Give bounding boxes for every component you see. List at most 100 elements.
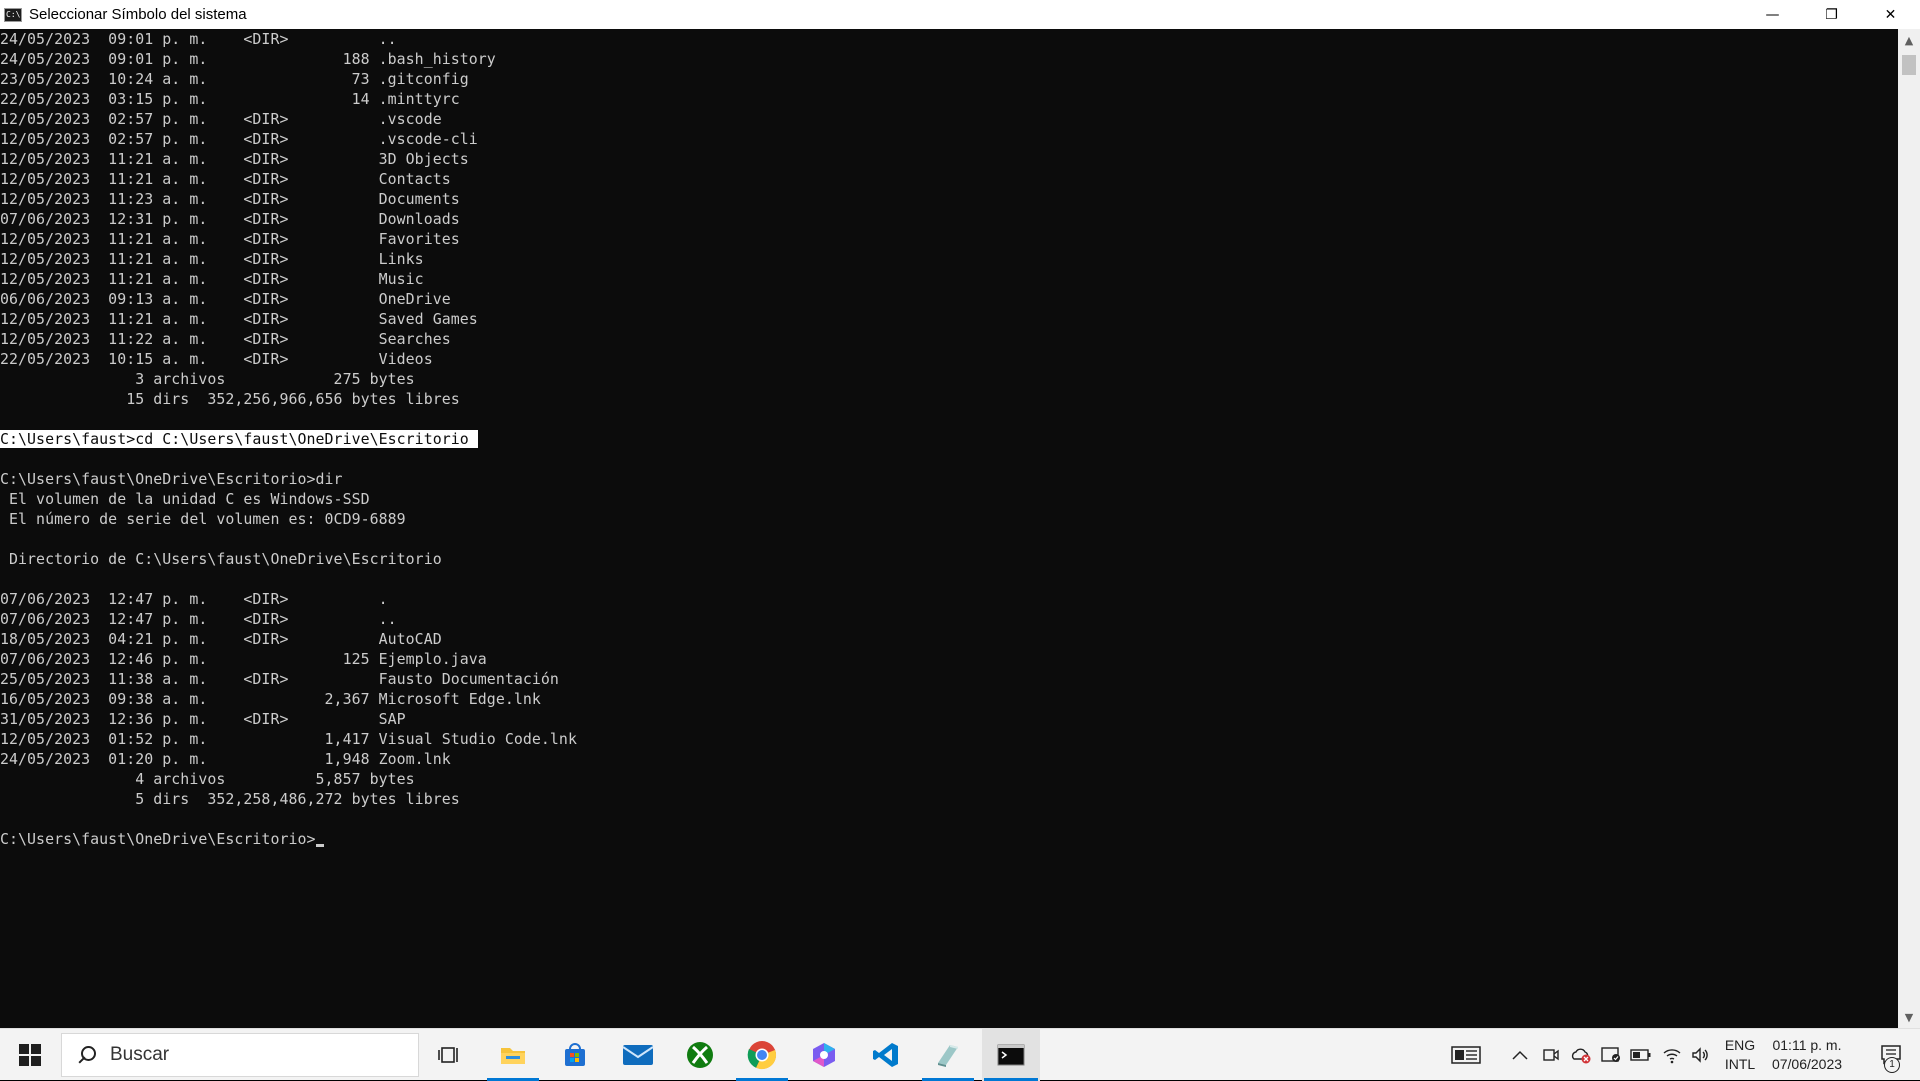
console-line: El número de serie del volumen es: 0CD9-… — [0, 510, 406, 528]
console-line: 07/06/2023 12:47 p. m. <DIR> . — [0, 590, 388, 608]
clock-time: 01:11 p. m. — [1772, 1037, 1842, 1053]
search-placeholder: Buscar — [110, 1044, 170, 1065]
console-line: 07/06/2023 12:31 p. m. <DIR> Downloads — [0, 210, 460, 228]
vscode-button[interactable] — [858, 1029, 914, 1081]
close-button[interactable]: ✕ — [1861, 0, 1920, 29]
file-explorer-button[interactable] — [485, 1029, 541, 1081]
terminal-icon — [997, 1044, 1025, 1066]
tray-volume-icon[interactable] — [1688, 1029, 1714, 1081]
database-tool-button[interactable] — [920, 1029, 976, 1081]
battery-icon — [1630, 1049, 1651, 1061]
cmd-icon: C:\ — [4, 7, 22, 22]
command-prompt-button[interactable] — [982, 1029, 1040, 1081]
tray-battery-icon[interactable] — [1628, 1029, 1654, 1081]
vscode-icon — [873, 1043, 898, 1067]
task-view-button[interactable] — [422, 1029, 478, 1081]
taskbar: Buscar ENG INTL 01:11 p. m. 07/06/2023 1 — [0, 1028, 1920, 1081]
window-title: Seleccionar Símbolo del sistema — [29, 6, 247, 23]
notification-center-button[interactable] — [1864, 1029, 1920, 1081]
console-line: 12/05/2023 11:21 a. m. <DIR> 3D Objects — [0, 150, 469, 168]
console-line: 4 archivos 5,857 bytes — [0, 770, 415, 788]
minimize-button[interactable]: — — [1743, 0, 1802, 29]
console-line: 12/05/2023 11:21 a. m. <DIR> Music — [0, 270, 424, 288]
console-line: 24/05/2023 09:01 p. m. <DIR> .. — [0, 30, 397, 48]
database-icon — [938, 1045, 958, 1067]
chevron-up-icon — [1512, 1050, 1528, 1060]
console-line: 12/05/2023 11:21 a. m. <DIR> Favorites — [0, 230, 460, 248]
console-line: 12/05/2023 11:21 a. m. <DIR> Links — [0, 250, 424, 268]
camera-icon — [1543, 1049, 1559, 1061]
console-line: 22/05/2023 03:15 p. m. 14 .minttyrc — [0, 90, 460, 108]
tray-wifi-icon[interactable] — [1659, 1029, 1685, 1081]
scroll-up-arrow-icon[interactable]: ▲ — [1898, 29, 1920, 51]
console-line: 3 archivos 275 bytes — [0, 370, 415, 388]
console-line: 15 dirs 352,256,966,656 bytes libres — [0, 390, 460, 408]
language-code: ENG — [1724, 1037, 1756, 1053]
xbox-button[interactable] — [672, 1029, 728, 1081]
tray-security-icon[interactable] — [1598, 1029, 1624, 1081]
window-controls: — ❐ ✕ — [1743, 0, 1920, 29]
console-line: 25/05/2023 11:38 a. m. <DIR> Fausto Docu… — [0, 670, 559, 688]
news-widget-button[interactable] — [1448, 1029, 1484, 1081]
console-line: Directorio de C:\Users\faust\OneDrive\Es… — [0, 550, 442, 568]
console-prompt: C:\Users\faust\OneDrive\Escritorio> — [0, 830, 316, 848]
tray-meet-icon[interactable] — [1539, 1029, 1563, 1081]
console-line: 07/06/2023 12:47 p. m. <DIR> .. — [0, 610, 397, 628]
scrollbar-thumb[interactable] — [1902, 55, 1916, 75]
console-line: 06/06/2023 09:13 a. m. <DIR> OneDrive — [0, 290, 451, 308]
console-output[interactable]: 24/05/2023 09:01 p. m. <DIR> .. 24/05/20… — [0, 29, 1898, 1028]
console-line: 18/05/2023 04:21 p. m. <DIR> AutoCAD — [0, 630, 442, 648]
chrome-icon — [747, 1041, 777, 1070]
console-line: 07/06/2023 12:46 p. m. 125 Ejemplo.java — [0, 650, 487, 668]
keyboard-layout: INTL — [1724, 1056, 1756, 1072]
console-line: 12/05/2023 02:57 p. m. <DIR> .vscode — [0, 110, 442, 128]
task-view-icon — [438, 1047, 458, 1063]
mail-button[interactable] — [610, 1029, 666, 1081]
console-line: 12/05/2023 01:52 p. m. 1,417 Visual Stud… — [0, 730, 577, 748]
microsoft-store-button[interactable] — [547, 1029, 603, 1081]
folder-icon — [501, 1048, 525, 1064]
console-line: 5 dirs 352,258,486,272 bytes libres — [0, 790, 460, 808]
console-line: 22/05/2023 10:15 a. m. <DIR> Videos — [0, 350, 433, 368]
console-scrollbar[interactable]: ▲ ▼ — [1898, 29, 1920, 1028]
speaker-icon — [1692, 1047, 1708, 1063]
console-line: 12/05/2023 02:57 p. m. <DIR> .vscode-cli — [0, 130, 478, 148]
wifi-icon — [1663, 1049, 1681, 1064]
restore-button[interactable]: ❐ — [1802, 0, 1861, 29]
tray-onedrive-error-icon[interactable] — [1568, 1029, 1594, 1081]
clock[interactable]: 01:11 p. m. 07/06/2023 — [1762, 1036, 1852, 1074]
show-hidden-icons-button[interactable] — [1508, 1029, 1532, 1081]
console-line: 12/05/2023 11:21 a. m. <DIR> Contacts — [0, 170, 451, 188]
xbox-icon — [687, 1042, 713, 1068]
windows-logo-icon — [19, 1044, 41, 1066]
console-line: 24/05/2023 09:01 p. m. 188 .bash_history — [0, 50, 496, 68]
text-cursor — [315, 844, 324, 847]
window-title-bar[interactable]: C:\ Seleccionar Símbolo del sistema — ❐ … — [0, 0, 1920, 29]
console-line: 24/05/2023 01:20 p. m. 1,948 Zoom.lnk — [0, 750, 451, 768]
console-line: 16/05/2023 09:38 a. m. 2,367 Microsoft E… — [0, 690, 541, 708]
cloud-error-icon — [1571, 1048, 1591, 1064]
console-line: El volumen de la unidad C es Windows-SSD — [0, 490, 370, 508]
console-line: C:\Users\faust\OneDrive\Escritorio>dir — [0, 470, 343, 488]
notification-count-badge: 1 — [1884, 1057, 1900, 1073]
console-line: 12/05/2023 11:21 a. m. <DIR> Saved Games — [0, 310, 478, 328]
console-line: 31/05/2023 12:36 p. m. <DIR> SAP — [0, 710, 406, 728]
defender-icon — [1601, 1047, 1620, 1062]
console-text[interactable]: 24/05/2023 09:01 p. m. <DIR> .. 24/05/20… — [0, 29, 577, 849]
console-line: 12/05/2023 11:23 a. m. <DIR> Documents — [0, 190, 460, 208]
copilot-icon — [813, 1043, 835, 1067]
copilot-button[interactable] — [796, 1029, 852, 1081]
mail-icon — [622, 1045, 654, 1065]
search-icon — [76, 1045, 96, 1065]
scroll-down-arrow-icon[interactable]: ▼ — [1898, 1006, 1920, 1028]
chrome-button[interactable] — [734, 1029, 790, 1081]
console-line: 12/05/2023 11:22 a. m. <DIR> Searches — [0, 330, 451, 348]
taskbar-search-box[interactable]: Buscar — [61, 1033, 419, 1077]
store-icon — [565, 1043, 585, 1066]
language-indicator[interactable]: ENG INTL — [1720, 1036, 1760, 1074]
selected-console-line[interactable]: C:\Users\faust>cd C:\Users\faust\OneDriv… — [0, 430, 478, 448]
console-line: 23/05/2023 10:24 a. m. 73 .gitconfig — [0, 70, 469, 88]
news-icon — [1451, 1046, 1481, 1064]
clock-date: 07/06/2023 — [1771, 1056, 1843, 1072]
start-button[interactable] — [0, 1029, 60, 1081]
